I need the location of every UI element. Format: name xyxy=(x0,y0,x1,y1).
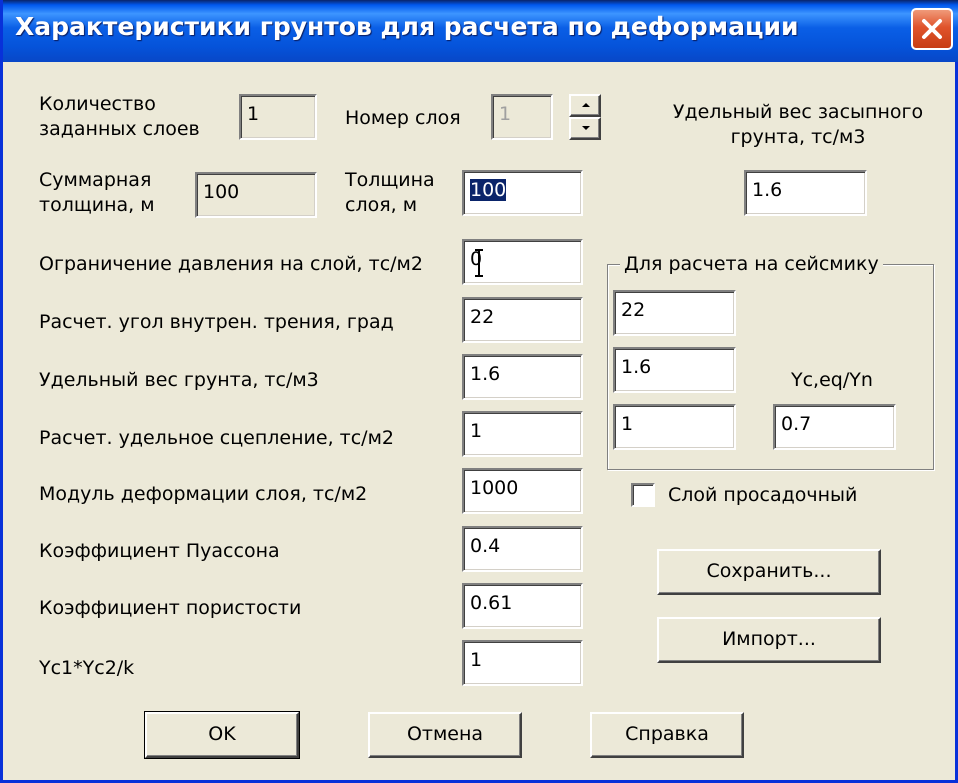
yc-k-label: Yc1*Yc2/k xyxy=(39,657,135,679)
total-thickness-field: 100 xyxy=(195,172,317,218)
window-title: Характеристики грунтов для расчета по де… xyxy=(15,12,799,41)
spin-down-button[interactable] xyxy=(569,117,601,140)
close-icon xyxy=(922,19,942,39)
text-cursor-icon xyxy=(475,249,483,277)
poisson-label: Коэффициент Пуассона xyxy=(39,540,280,562)
friction-angle-label: Расчет. угол внутрен. трения, град xyxy=(39,311,394,333)
spin-up-button[interactable] xyxy=(569,94,601,117)
seismic-ratio-input[interactable]: 0.7 xyxy=(773,404,896,450)
arrow-up-icon xyxy=(582,103,590,107)
soil-weight-input[interactable]: 1.6 xyxy=(462,354,583,400)
subsiding-layer-checkbox[interactable] xyxy=(631,483,655,507)
porosity-label: Коэффициент пористости xyxy=(39,597,302,619)
arrow-down-icon xyxy=(582,126,590,130)
ok-button[interactable]: OK xyxy=(144,711,300,759)
close-button[interactable] xyxy=(911,8,953,50)
deformation-modulus-input[interactable]: 1000 xyxy=(462,468,583,514)
layers-count-label: Количество заданных слоев xyxy=(39,93,200,140)
pressure-limit-label: Ограничение давления на слой, тс/м2 xyxy=(39,253,423,275)
save-button[interactable]: Сохранить... xyxy=(657,549,881,595)
seismic-friction-angle-input[interactable]: 22 xyxy=(613,290,736,336)
seismic-cohesion-input[interactable]: 1 xyxy=(613,404,736,450)
import-button[interactable]: Импорт... xyxy=(657,617,881,663)
layer-thickness-label: Толщина слоя, м xyxy=(345,169,435,216)
soil-weight-label: Удельный вес грунта, тс/м3 xyxy=(39,369,319,391)
seismic-group-title: Для расчета на сейсмику xyxy=(620,252,883,277)
cohesion-input[interactable]: 1 xyxy=(462,411,583,457)
layer-thickness-value: 100 xyxy=(470,179,507,201)
friction-angle-input[interactable]: 22 xyxy=(462,297,583,343)
layer-thickness-input[interactable]: 100 xyxy=(462,170,583,216)
title-bar[interactable]: Характеристики грунтов для расчета по де… xyxy=(3,0,958,62)
subsiding-layer-label[interactable]: Слой просадочный xyxy=(668,483,857,508)
backfill-weight-input[interactable]: 1.6 xyxy=(744,170,867,216)
layer-number-spinner[interactable] xyxy=(569,94,601,140)
deformation-modulus-label: Модуль деформации слоя, тс/м2 xyxy=(39,483,368,505)
seismic-ratio-label: Yc,eq/Yn xyxy=(791,369,873,391)
total-thickness-label: Суммарная толщина, м xyxy=(39,169,155,216)
cancel-button[interactable]: Отмена xyxy=(368,712,522,758)
porosity-input[interactable]: 0.61 xyxy=(462,583,583,629)
yc-k-input[interactable]: 1 xyxy=(462,640,583,686)
seismic-soil-weight-input[interactable]: 1.6 xyxy=(613,347,736,393)
layer-number-label: Номер слоя xyxy=(345,107,461,129)
layer-number-field: 1 xyxy=(491,94,553,140)
dialog-window: Характеристики грунтов для расчета по де… xyxy=(0,0,958,783)
dialog-client-area: Количество заданных слоев 1 Номер слоя 1… xyxy=(3,62,958,783)
poisson-input[interactable]: 0.4 xyxy=(462,526,583,572)
cohesion-label: Расчет. удельное сцепление, тс/м2 xyxy=(39,427,394,449)
help-button[interactable]: Справка xyxy=(590,712,744,758)
backfill-weight-label: Удельный вес засыпного грунта, тс/м3 xyxy=(672,101,924,148)
layers-count-field: 1 xyxy=(239,94,317,140)
